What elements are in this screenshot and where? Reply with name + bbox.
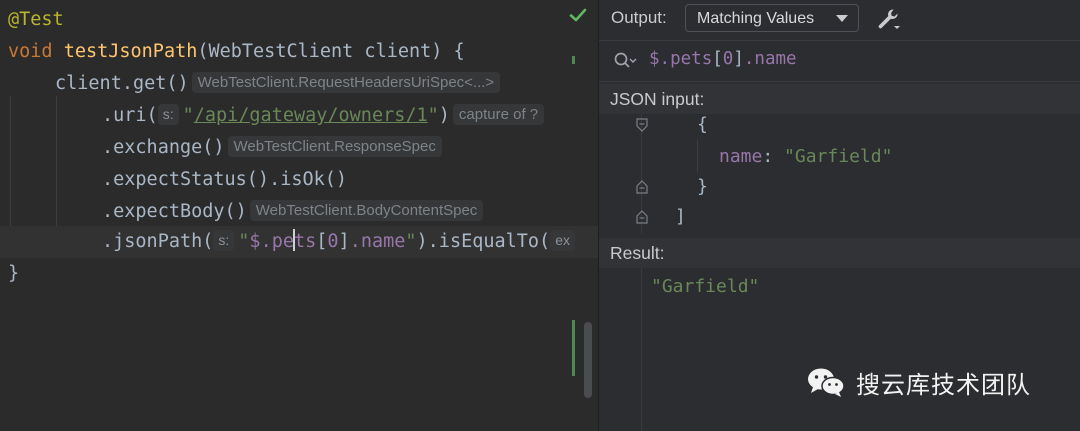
bracket: [ — [712, 49, 723, 69]
code-line-4: .uri(s: "/api/gateway/owners/1") capture o… — [102, 100, 547, 132]
keyword-void: void — [8, 41, 53, 62]
jsonpath-segment: ts — [293, 231, 317, 252]
code-client-get: client.get() — [55, 73, 189, 94]
json-colon: : — [762, 146, 785, 167]
json-line: } — [697, 176, 708, 197]
output-label: Output: — [611, 8, 667, 27]
output-mode-value: Matching Values — [697, 10, 815, 27]
code-line-1: @Test — [8, 4, 64, 36]
code-line-3: client.get() WebTestClient.RequestHeaders… — [55, 68, 503, 100]
search-icon[interactable] — [613, 51, 637, 71]
gutter-divider — [641, 268, 642, 431]
watermark-text: 搜云库技术团队 — [856, 370, 1031, 399]
indent-guide — [697, 140, 698, 172]
type-hint: WebTestClient.RequestHeadersUriSpec<...> — [191, 72, 501, 93]
jsonpath-segment: .pe — [260, 231, 294, 252]
bracket: ] — [733, 49, 744, 69]
jsonpath-query-input[interactable]: $.pets[0].name — [649, 49, 797, 69]
jsonpath-segment: .name — [349, 231, 406, 252]
code-jsonpath: .jsonPath( — [102, 231, 214, 252]
bracket: ] — [338, 231, 350, 252]
type-hint: WebTestClient.ResponseSpec — [227, 136, 442, 157]
result-header: Result: — [599, 238, 1080, 268]
bracket: [ — [316, 231, 328, 252]
type-hint: WebTestClient.BodyContentSpec — [249, 200, 484, 221]
chevron-down-icon — [836, 15, 848, 22]
fold-icon[interactable] — [636, 210, 648, 224]
param-hint: s: — [213, 230, 235, 251]
jsonpath-index: 0 — [327, 231, 339, 252]
jsonpath-index: 0 — [722, 49, 734, 69]
uri-link[interactable]: /api/gateway/owners/1 — [194, 105, 428, 126]
quote: " — [182, 105, 194, 126]
watermark: 搜云库技术团队 — [806, 362, 1031, 402]
output-mode-dropdown[interactable]: Matching Values — [685, 4, 859, 32]
json-key: name — [719, 146, 763, 167]
json-brace: } — [697, 176, 708, 197]
result-line: "Garfield" — [651, 276, 759, 297]
json-bracket: ] — [675, 206, 686, 227]
json-line: name: "Garfield" — [719, 146, 892, 167]
annotation-test: @Test — [8, 9, 64, 30]
jsonpath-root: $ — [649, 49, 660, 69]
code-line-2: void testJsonPath(WebTestClient client) … — [8, 36, 465, 68]
wrench-icon[interactable] — [875, 6, 901, 32]
quote: " — [427, 105, 439, 126]
jsonpath-segment: .name — [743, 49, 797, 69]
code-editor[interactable]: @Test void testJsonPath(WebTestClient cl… — [0, 0, 598, 431]
fold-icon[interactable] — [636, 180, 648, 194]
closing-brace: } — [8, 263, 20, 284]
wechat-icon — [808, 368, 845, 397]
result-gutter — [599, 268, 647, 431]
type-hint: capture of ? — [452, 104, 545, 125]
paren: ) — [438, 105, 450, 126]
code-line-9: } — [8, 258, 19, 290]
json-brace: { — [697, 114, 708, 135]
code-expect-status: .expectStatus().isOk() — [102, 169, 348, 190]
method-params: (WebTestClient client) { — [197, 41, 465, 62]
gutter-change-marker — [572, 320, 575, 376]
code-line-5: .exchange() WebTestClient.ResponseSpec — [102, 132, 445, 164]
code-is-equal-to: ).isEqualTo( — [416, 231, 551, 252]
jsonpath-root: $ — [249, 231, 261, 252]
jsonpath-query-bar[interactable]: $.pets[0].name — [599, 40, 1080, 82]
checkmark-icon[interactable] — [569, 6, 587, 24]
result-label: Result: — [610, 243, 665, 263]
fold-icon[interactable] — [636, 118, 648, 132]
code-exchange: .exchange() — [102, 137, 225, 158]
editor-scrollbar[interactable] — [584, 322, 592, 398]
code-expect-body: .expectBody() — [102, 201, 247, 222]
code-line-7: .expectBody() WebTestClient.BodyContentSp… — [102, 196, 486, 228]
method-name: testJsonPath — [63, 41, 198, 62]
json-line: ] — [675, 206, 686, 227]
jsonpath-segment: .pets — [659, 49, 713, 69]
code-line-8: .jsonPath(s: "$.pets[0].name").isEqualTo(… — [0, 226, 598, 258]
param-hint: ex — [550, 230, 575, 251]
quote: " — [405, 231, 417, 252]
param-hint: s: — [157, 104, 179, 125]
result-value: "Garfield" — [651, 276, 760, 297]
json-line: { — [697, 114, 708, 135]
panel-toolbar: Output: Matching Values — [599, 0, 1080, 38]
code-line-6: .expectStatus().isOk() — [102, 164, 347, 196]
gutter-change-marker — [572, 56, 575, 64]
json-value: "Garfield" — [784, 146, 893, 167]
json-input-header: JSON input: — [599, 84, 1080, 114]
quote: " — [238, 231, 250, 252]
ide-window: @Test void testJsonPath(WebTestClient cl… — [0, 0, 1080, 431]
json-input-label: JSON input: — [610, 89, 705, 109]
code-uri: .uri( — [102, 105, 158, 126]
